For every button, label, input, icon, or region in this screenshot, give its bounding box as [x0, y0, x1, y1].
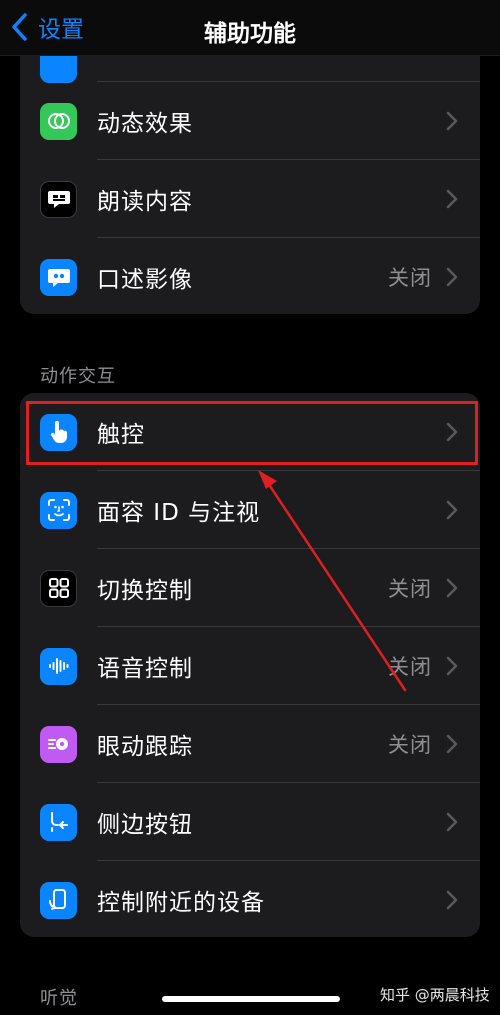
chevron-right-icon	[446, 656, 458, 676]
touch-hand-icon	[40, 413, 77, 451]
watermark-text: 知乎 @两晨科技	[380, 986, 490, 1004]
list-item-face-id[interactable]: 面容 ID 与注视	[20, 471, 480, 549]
quote-bubble-icon	[40, 258, 77, 296]
chevron-right-icon	[446, 189, 458, 209]
eye-tracking-icon	[40, 725, 77, 763]
list-item-switch-control[interactable]: 切换控制 关闭	[20, 549, 480, 627]
side-button-icon	[40, 803, 77, 841]
list-item-nearby-devices[interactable]: 控制附近的设备	[20, 861, 480, 937]
row-label: 语音控制	[97, 656, 193, 682]
row-value: 关闭	[388, 733, 432, 757]
interaction-settings-group: 触控 面容 ID 与注视 切换控制 关闭 语音控制 关闭 眼动跟踪 关闭 侧边按…	[20, 393, 480, 937]
chevron-right-icon	[446, 422, 458, 442]
chevron-right-icon	[446, 267, 458, 287]
page-title: 辅助功能	[204, 21, 296, 47]
row-value: 关闭	[388, 655, 432, 679]
row-label: 侧边按钮	[97, 812, 193, 838]
row-label: 控制附近的设备	[97, 890, 265, 916]
row-label: 朗读内容	[97, 189, 193, 215]
list-item-side-button[interactable]: 侧边按钮	[20, 783, 480, 861]
list-item-audio-descriptions[interactable]: 口述影像 关闭	[20, 238, 480, 314]
motion-icon	[40, 102, 77, 140]
face-id-icon	[40, 491, 77, 529]
row-label: 触控	[97, 422, 145, 448]
list-item-eye-tracking[interactable]: 眼动跟踪 关闭	[20, 705, 480, 783]
row-label: 动态效果	[97, 111, 193, 137]
section-header-interaction: 动作交互	[40, 366, 116, 387]
chevron-right-icon	[446, 578, 458, 598]
row-label: 切换控制	[97, 578, 193, 604]
list-item-touch[interactable]: 触控	[20, 393, 480, 471]
speech-bubble-icon	[40, 180, 77, 218]
nav-bar: 设置 辅助功能	[0, 0, 500, 56]
row-value: 关闭	[388, 266, 432, 290]
chevron-right-icon	[446, 500, 458, 520]
list-item-spoken-content[interactable]: 朗读内容	[20, 160, 480, 238]
chevron-right-icon	[446, 812, 458, 832]
row-label: 面容 ID 与注视	[97, 500, 261, 526]
row-label: 口述影像	[97, 267, 193, 293]
chevron-right-icon	[446, 734, 458, 754]
row-label: 眼动跟踪	[97, 734, 193, 760]
chevron-right-icon	[446, 111, 458, 131]
row-value: 关闭	[388, 577, 432, 601]
section-header-hearing: 听觉	[40, 988, 78, 1009]
home-indicator[interactable]	[162, 996, 340, 1002]
nearby-device-icon	[40, 881, 77, 919]
list-item-voice-control[interactable]: 语音控制 关闭	[20, 627, 480, 705]
grid-icon	[40, 569, 77, 607]
waveform-icon	[40, 647, 77, 685]
list-item-motion[interactable]: 动态效果	[20, 82, 480, 160]
chevron-right-icon	[446, 890, 458, 910]
